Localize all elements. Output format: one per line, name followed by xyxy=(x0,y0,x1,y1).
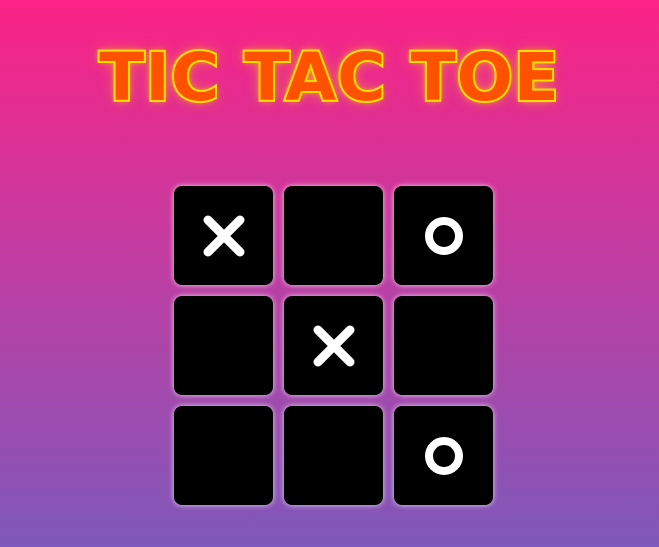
board-cell-6[interactable] xyxy=(394,296,493,395)
o-mark-icon xyxy=(424,216,463,255)
board-cell-3[interactable] xyxy=(394,186,493,285)
x-mark-icon xyxy=(203,215,244,256)
board-cell-4[interactable] xyxy=(174,296,273,395)
x-mark-icon xyxy=(313,325,354,366)
game-title: TIC TAC TOE xyxy=(97,37,561,118)
board-cell-9[interactable] xyxy=(394,406,493,505)
board-cell-2[interactable] xyxy=(284,186,383,285)
game-board xyxy=(174,186,493,505)
board-cell-7[interactable] xyxy=(174,406,273,505)
board-cell-5[interactable] xyxy=(284,296,383,395)
board-cell-8[interactable] xyxy=(284,406,383,505)
o-mark-icon xyxy=(424,436,463,475)
board-cell-1[interactable] xyxy=(174,186,273,285)
